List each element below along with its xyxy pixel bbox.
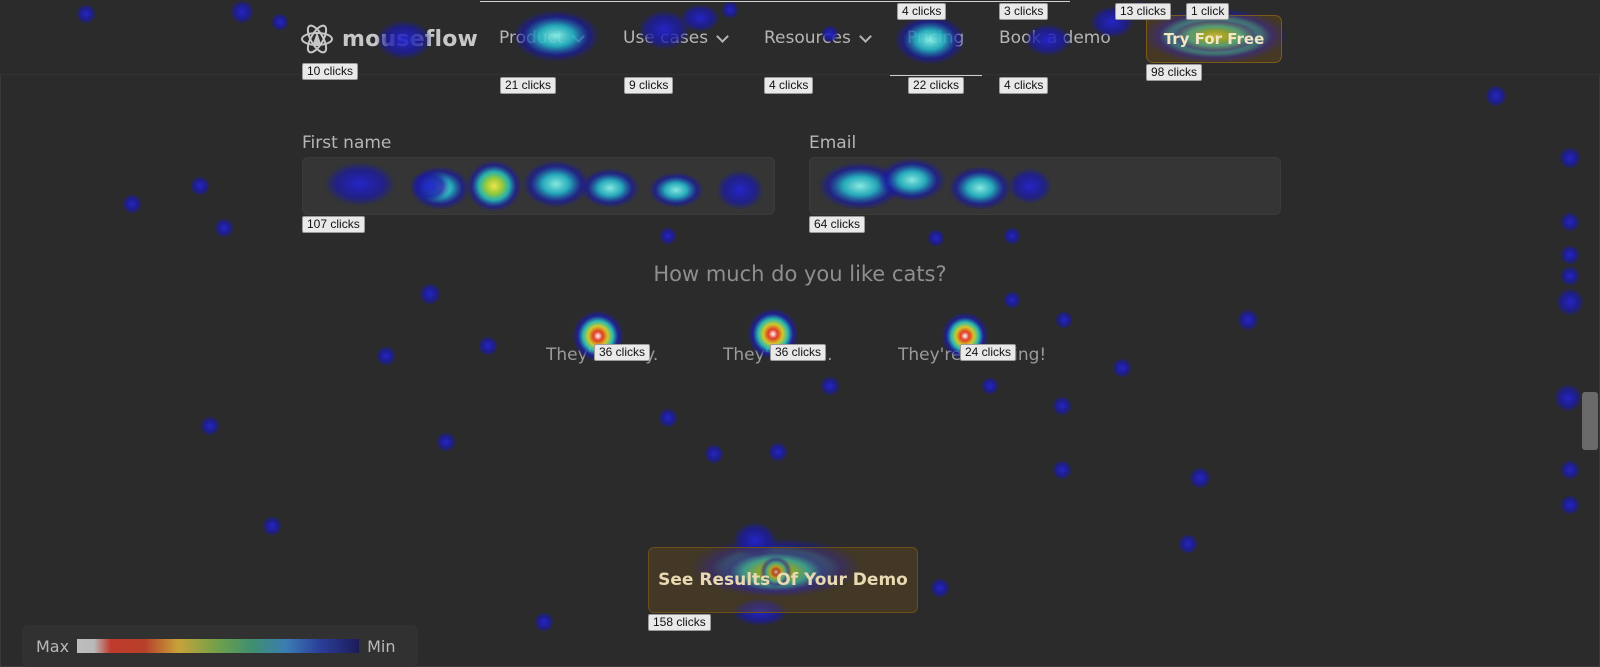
legend-max-label: Max — [36, 636, 70, 656]
chevron-down-icon — [858, 29, 872, 43]
click-count-label: 22 clicks — [908, 77, 965, 94]
click-count-label: 64 clicks — [809, 216, 866, 233]
email-field[interactable] — [809, 157, 1281, 215]
click-count-label: 107 clicks — [302, 216, 365, 233]
nav-item-book-demo[interactable]: Book a demo — [999, 28, 1111, 48]
click-count-label: 158 clicks — [648, 614, 711, 631]
nav-item-use-cases[interactable]: Use cases — [623, 28, 729, 48]
legend-min-label: Min — [367, 636, 396, 656]
chevron-down-icon — [716, 29, 729, 43]
click-count-label: 9 clicks — [624, 77, 674, 94]
email-label: Email — [809, 133, 857, 153]
click-count-label: 1 click — [1186, 3, 1230, 20]
nav-item-pricing[interactable]: Pricing — [907, 28, 964, 48]
click-count-label: 4 clicks — [897, 3, 947, 20]
click-count-label: 3 clicks — [999, 3, 1049, 20]
logo-text: mouseflow — [342, 26, 479, 52]
click-count-label: 10 clicks — [302, 63, 359, 80]
click-count-label: 24 clicks — [960, 344, 1017, 361]
click-count-label: 36 clicks — [594, 344, 651, 361]
header-top-line — [480, 1, 1070, 2]
click-count-label: 21 clicks — [500, 77, 557, 94]
nav-item-resources[interactable]: Resources — [764, 28, 872, 48]
nav-item-product[interactable]: Product — [499, 28, 585, 48]
click-count-label: 98 clicks — [1146, 64, 1203, 81]
logo[interactable]: mouseflow — [300, 22, 478, 56]
see-results-button[interactable]: See Results Of Your Demo — [648, 547, 918, 613]
click-count-label: 13 clicks — [1115, 3, 1172, 20]
scrollbar-thumb[interactable] — [1582, 392, 1598, 450]
cats-question: How much do you like cats? — [653, 262, 947, 286]
nav-item-label: Book a demo — [999, 28, 1111, 48]
first-name-label: First name — [302, 133, 392, 153]
chevron-down-icon — [571, 29, 585, 43]
click-count-label: 4 clicks — [764, 77, 814, 94]
first-name-field[interactable] — [302, 157, 775, 215]
legend-gradient — [77, 639, 360, 653]
nav-item-label: Pricing — [907, 28, 965, 48]
nav-item-label: Product — [499, 28, 564, 48]
try-for-free-button[interactable]: Try For Free — [1146, 15, 1282, 63]
nav-item-label: Resources — [764, 28, 851, 48]
navbar: mouseflow Product Use cases Resources Pr… — [0, 0, 1600, 75]
heatmap-legend: Max Min — [22, 625, 418, 667]
click-count-label: 36 clicks — [770, 344, 827, 361]
pricing-active-underline — [890, 75, 982, 76]
mouseflow-logo-icon — [301, 24, 333, 54]
nav-item-label: Use cases — [623, 28, 709, 48]
click-count-label: 4 clicks — [999, 77, 1049, 94]
